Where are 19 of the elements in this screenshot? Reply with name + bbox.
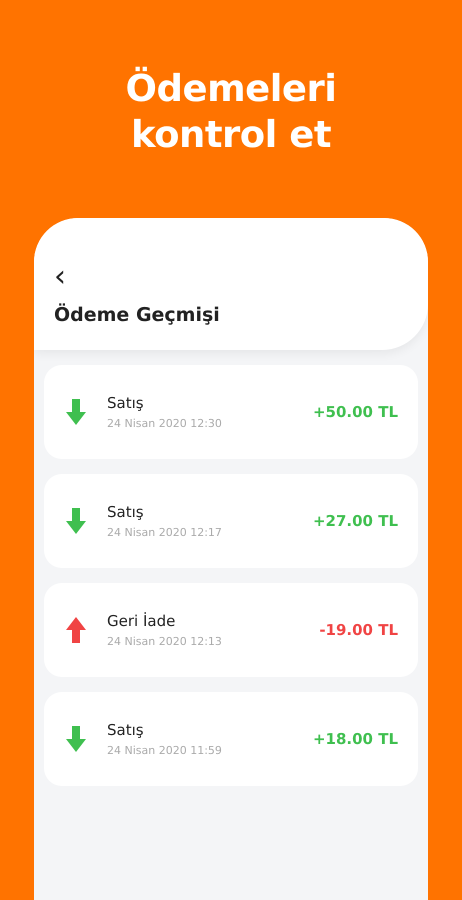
transaction-amount: +18.00 TL — [312, 730, 398, 748]
screen-title: Ödeme Geçmişi — [54, 304, 221, 326]
transaction-card[interactable]: Satış 24 Nisan 2020 11:59 +18.00 TL — [44, 692, 418, 786]
transaction-card[interactable]: Satış 24 Nisan 2020 12:17 +27.00 TL — [44, 474, 418, 568]
transaction-label: Satış — [107, 721, 145, 739]
headline: Ödemeleri kontrol et — [124, 66, 338, 158]
transaction-amount: -19.00 TL — [319, 621, 398, 639]
transaction-label: Satış — [107, 394, 145, 412]
transaction-date: 24 Nisan 2020 12:30 — [107, 417, 223, 430]
transaction-card[interactable]: Geri İade 24 Nisan 2020 12:13 -19.00 TL — [44, 583, 418, 677]
transaction-amount: +50.00 TL — [312, 403, 398, 421]
transaction-label: Geri İade — [107, 612, 176, 630]
transaction-amount: +27.00 TL — [312, 512, 398, 530]
back-button[interactable]: ‹ — [54, 262, 66, 292]
transaction-date: 24 Nisan 2020 11:59 — [107, 744, 223, 757]
transaction-date: 24 Nisan 2020 12:13 — [107, 635, 223, 648]
transaction-date: 24 Nisan 2020 12:17 — [107, 526, 223, 539]
transaction-card[interactable]: Satış 24 Nisan 2020 12:30 +50.00 TL — [44, 365, 418, 459]
transaction-label: Satış — [107, 503, 145, 521]
